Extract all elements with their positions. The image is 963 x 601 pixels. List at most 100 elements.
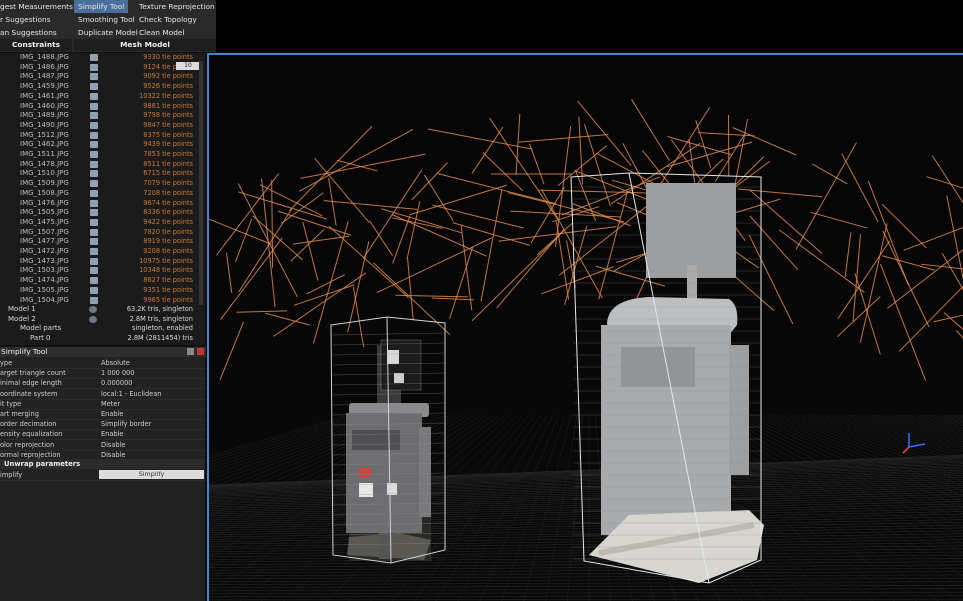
model-info: 2.8M (2811454) tris: [127, 334, 193, 343]
photo-row[interactable]: IMG_1487.JPG 9092 tie points: [0, 72, 205, 82]
tie-points-count: 9674 tie points: [143, 198, 193, 207]
tie-points-count: 9208 tie points: [143, 247, 193, 255]
tie-points-count: 6715 tie points: [143, 169, 193, 178]
photo-row[interactable]: IMG_1478.JPG 8511 tie points: [0, 160, 205, 170]
ribbon-suggestions-2[interactable]: an Suggestions: [0, 26, 57, 39]
photo-icon: [90, 218, 98, 226]
photo-row[interactable]: IMG_1474.JPG 8627 tie points: [0, 276, 205, 286]
photo-row[interactable]: IMG_1504.JPG 9965 tie points: [0, 296, 205, 306]
parameter-value[interactable]: Meter: [101, 399, 120, 409]
close-icon[interactable]: [197, 348, 204, 355]
photo-name: IMG_1487.JPG: [20, 72, 69, 81]
tooltip: 10: [176, 62, 200, 70]
photo-row[interactable]: IMG_1486.JPG 9124 tie points: [0, 63, 205, 73]
photo-icon: [90, 238, 98, 246]
photo-icon: [90, 151, 98, 158]
photo-icon: [90, 131, 98, 139]
photo-icon: [90, 112, 98, 120]
model-row[interactable]: Model 2 2.8M tris, singleton: [0, 315, 205, 325]
tree-scrollbar[interactable]: [199, 61, 203, 341]
simplify-action-key: implify: [0, 471, 23, 479]
photo-row[interactable]: IMG_1510.JPG 6715 tie points: [0, 169, 205, 179]
3d-viewport[interactable]: [207, 53, 963, 601]
parameter-value[interactable]: Enable: [101, 409, 123, 419]
title-area: [216, 0, 963, 52]
photo-name: IMG_1475.JPG: [20, 217, 69, 226]
section-mesh-model: Mesh Model: [74, 39, 216, 51]
photo-row[interactable]: IMG_1476.JPG 9674 tie points: [0, 199, 205, 209]
tie-points-count: 7820 tie points: [143, 227, 193, 236]
visibility-icon[interactable]: [89, 306, 97, 313]
parameter-key: ensity equalization: [0, 430, 63, 439]
ribbon-suggest-measurements[interactable]: gest Measurements: [0, 0, 73, 13]
photo-name: IMG_1505.JPG: [20, 208, 69, 217]
parameter-value[interactable]: Enable: [101, 429, 123, 439]
parameter-value[interactable]: Simplify border: [101, 419, 151, 429]
photo-row[interactable]: IMG_1505.JPG 8336 tie points: [0, 208, 205, 218]
visibility-icon[interactable]: [89, 315, 97, 323]
photo-row[interactable]: IMG_1472.JPG 9208 tie points: [0, 247, 205, 257]
model-row[interactable]: Part 0 2.8M (2811454) tris: [0, 334, 205, 344]
photo-icon: [90, 170, 98, 178]
photo-name: IMG_1460.JPG: [20, 101, 69, 110]
simplify-action-row: implify Simplify: [0, 470, 205, 481]
photo-row[interactable]: IMG_1507.JPG 7820 tie points: [0, 228, 205, 238]
model-row[interactable]: Model 1 63.2K tris, singleton: [0, 305, 205, 315]
tie-points-count: 9798 tie points: [143, 111, 193, 120]
photo-name: IMG_1472.JPG: [20, 247, 69, 255]
photo-row[interactable]: IMG_1509.JPG 7079 tie points: [0, 179, 205, 189]
photo-row[interactable]: IMG_1477.JPG 8919 tie points: [0, 237, 205, 247]
photo-row[interactable]: IMG_1511.JPG 7853 tie points: [0, 150, 205, 160]
photo-name: IMG_1503.JPG: [20, 266, 69, 275]
model-name: Model 1: [8, 305, 36, 313]
model-name: Model 2: [8, 314, 36, 323]
simplify-button[interactable]: Simplify: [99, 470, 204, 479]
parameter-key: inimal edge length: [0, 379, 62, 388]
model-list: Model 1 63.2K tris, singleton Model 2 2.8M …: [0, 305, 205, 345]
model-info: 2.8M tris, singleton: [129, 314, 193, 323]
parameter-value[interactable]: 1 000 000: [101, 368, 135, 378]
parameter-value[interactable]: Absolute: [101, 358, 130, 368]
model-name: Part 0: [30, 334, 51, 343]
photo-row[interactable]: IMG_1475.JPG 9422 tie points: [0, 218, 205, 228]
ribbon-row-1: gest Measurements Simplify Tool Texture …: [0, 0, 216, 13]
tie-points-count: 8627 tie points: [143, 276, 193, 285]
photo-row[interactable]: IMG_1490.JPG 9847 tie points: [0, 121, 205, 131]
photo-row[interactable]: IMG_1503.JPG 10348 tie points: [0, 266, 205, 276]
photo-row[interactable]: IMG_1489.JPG 9798 tie points: [0, 111, 205, 121]
restore-icon[interactable]: [186, 348, 194, 355]
ribbon-clean-model[interactable]: Clean Model: [139, 26, 185, 39]
ribbon-suggestions-1[interactable]: r Suggestions: [0, 13, 51, 26]
ribbon-check-topology[interactable]: Check Topology: [139, 13, 197, 26]
tie-points-count: 9881 tie points: [143, 101, 193, 110]
photo-row[interactable]: IMG_1459.JPG 9526 tie points: [0, 82, 205, 92]
photo-row[interactable]: IMG_1473.JPG 10975 tie points: [0, 257, 205, 267]
photo-icon: [90, 189, 98, 197]
photo-icon: [90, 277, 98, 285]
model-name: Model parts: [20, 324, 62, 333]
ribbon-texture-reprojection[interactable]: Texture Reprojection: [139, 0, 215, 13]
ribbon-smoothing-tool[interactable]: Smoothing Tool: [78, 13, 135, 26]
photo-row[interactable]: IMG_1505.JPG 9351 tie points: [0, 286, 205, 296]
photo-name: IMG_1476.JPG: [20, 198, 69, 207]
photo-icon: [90, 92, 98, 100]
photo-row[interactable]: IMG_1461.JPG 10322 tie points: [0, 92, 205, 102]
parameter-value[interactable]: local:1 - Euclidean: [101, 389, 161, 399]
photo-name: IMG_1512.JPG: [20, 130, 69, 139]
photo-row[interactable]: IMG_1512.JPG 8375 tie points: [0, 131, 205, 141]
photo-name: IMG_1473.JPG: [20, 256, 69, 265]
photo-row[interactable]: IMG_1460.JPG 9881 tie points: [0, 102, 205, 112]
photo-row[interactable]: IMG_1462.JPG 9439 tie points: [0, 140, 205, 150]
parameter-value[interactable]: Disable: [101, 440, 125, 450]
unwrap-parameters-header[interactable]: Unwrap parameters: [0, 459, 205, 469]
tie-points-count: 8511 tie points: [143, 159, 193, 168]
ribbon-simplify-tool[interactable]: Simplify Tool: [74, 0, 129, 13]
photo-row[interactable]: IMG_1488.JPG 9330 tie points: [0, 53, 205, 63]
photo-row[interactable]: IMG_1508.JPG 7208 tie points: [0, 189, 205, 199]
ribbon-duplicate-model[interactable]: Duplicate Model: [78, 26, 138, 39]
parameter-value[interactable]: 0.000000: [101, 378, 132, 388]
model-row[interactable]: Model parts singleton, enabled: [0, 324, 205, 334]
photo-name: IMG_1490.JPG: [20, 120, 69, 129]
photo-icon: [90, 296, 98, 304]
photo-icon: [90, 199, 98, 207]
